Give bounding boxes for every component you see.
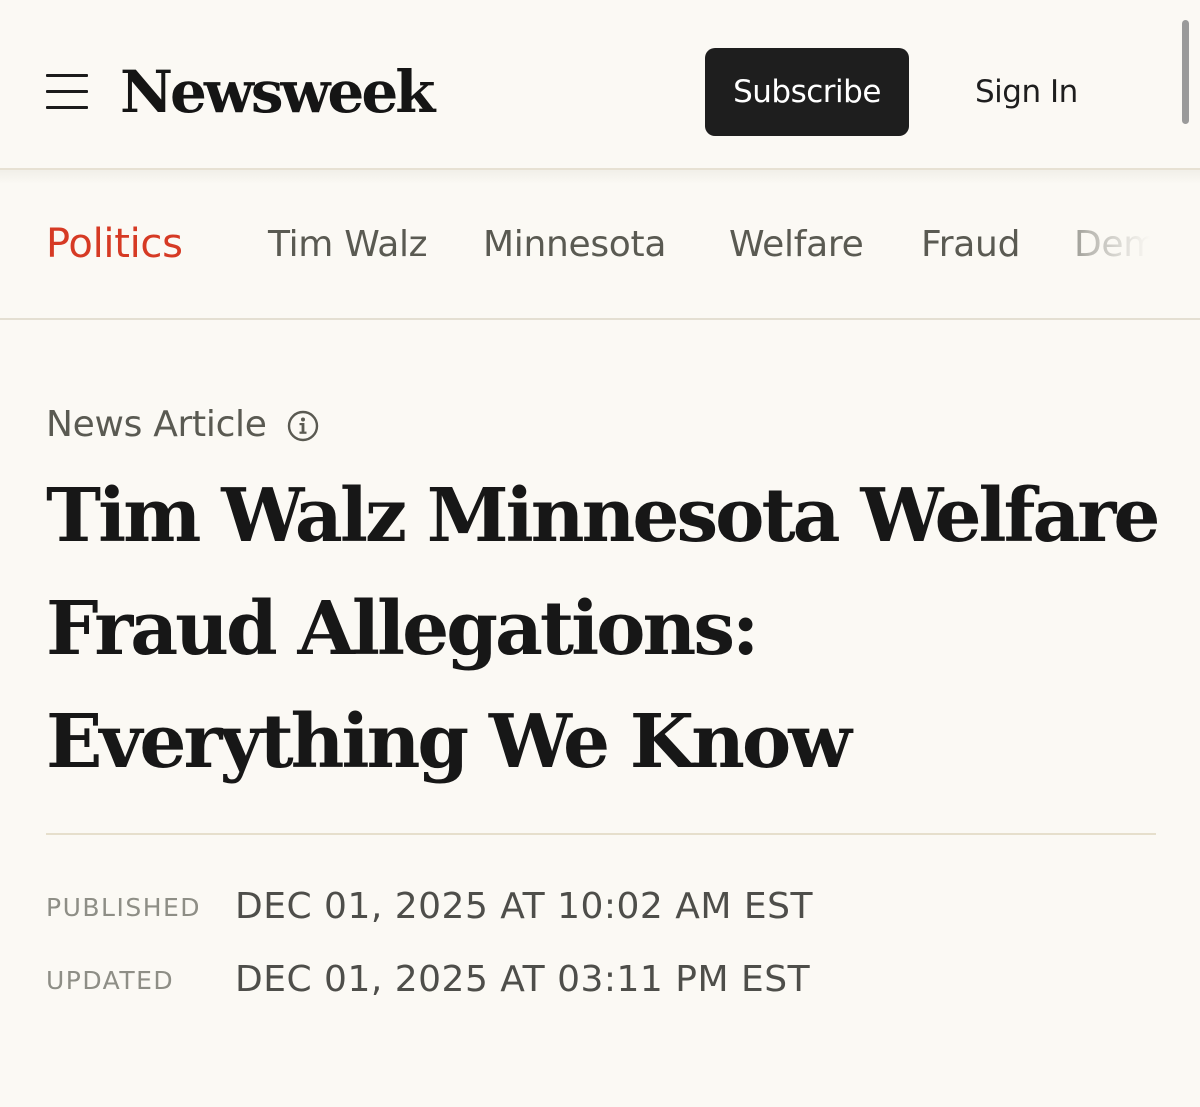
hamburger-menu-icon[interactable] bbox=[46, 74, 88, 110]
topic-minnesota[interactable]: Minnesota bbox=[483, 218, 666, 272]
topic-tim-walz[interactable]: Tim Walz bbox=[268, 218, 428, 272]
topic-fraud[interactable]: Fraud bbox=[921, 218, 1020, 272]
scrollbar[interactable] bbox=[1182, 20, 1189, 124]
topic-politics[interactable]: Politics bbox=[46, 217, 183, 271]
article-type-label: News Article bbox=[46, 404, 267, 445]
site-header: Newsweek Subscribe Sign In bbox=[0, 0, 1200, 170]
topic-dem[interactable]: Dem bbox=[1074, 218, 1158, 272]
info-icon[interactable] bbox=[287, 410, 319, 442]
published-date: DEC 01, 2025 AT 10:02 AM EST bbox=[235, 886, 813, 927]
published-label: PUBLISHED bbox=[46, 893, 202, 922]
newsweek-logo[interactable]: Newsweek bbox=[120, 56, 435, 128]
subscribe-button[interactable]: Subscribe bbox=[705, 48, 909, 136]
topic-nav: Politics Tim Walz Minnesota Welfare Frau… bbox=[0, 170, 1200, 320]
sign-in-link[interactable]: Sign In bbox=[975, 48, 1078, 136]
updated-label: UPDATED bbox=[46, 966, 175, 995]
article-headline: Tim Walz Minnesota Welfare Fraud Allegat… bbox=[46, 473, 1161, 785]
headline-divider bbox=[46, 833, 1156, 835]
updated-date: DEC 01, 2025 AT 03:11 PM EST bbox=[235, 959, 811, 1000]
topic-welfare[interactable]: Welfare bbox=[729, 218, 864, 272]
